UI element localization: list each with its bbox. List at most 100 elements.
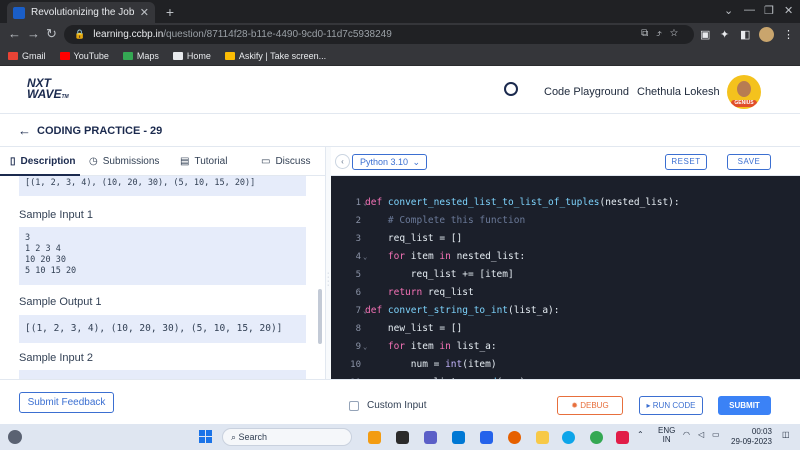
language-indicator[interactable]: ENG IN [658,426,675,444]
chat-icon: ▭ [261,156,271,167]
sample-input-2-label: Sample Input 2 [19,352,93,364]
askify-icon [224,51,235,60]
browser-tab[interactable]: Revolutionizing the Job Market | ✕ [7,2,155,23]
extension-icon[interactable]: ▣ [700,28,710,41]
description-content[interactable]: [(1, 2, 3, 4), (10, 20, 30), (5, 10, 15,… [0,176,320,379]
site-favicon-icon [13,6,25,19]
browser-toolbar: ← → ↻ 🔒 learning.ccbp.in /question/87114… [0,23,800,46]
tray-chevron-icon[interactable]: ⌃ [637,430,644,439]
close-tab-icon[interactable]: ✕ [140,6,149,19]
minimize-icon[interactable]: — [744,4,755,16]
widgets-icon[interactable] [368,431,381,444]
code-line: 3 req_list = [] [331,212,800,244]
volume-icon[interactable]: ◁ [698,430,704,439]
reset-button[interactable]: RESET [665,154,707,170]
url-path: /question/87114f28-b11e-4490-9cd0-11d7c5… [163,29,392,40]
sample-output-1: [(1, 2, 3, 4), (10, 20, 30), (5, 10, 15,… [19,315,306,343]
sidepanel-icon[interactable]: ◧ [740,28,750,41]
tab-label: Submissions [102,156,160,167]
code-line: 9 ⌄ for item in list_a: [331,320,800,352]
omnibox-actions-icon[interactable]: ⧉⤴☆ [641,28,686,39]
tab-title: Revolutionizing the Job Market | [31,7,136,18]
bookmark-youtube[interactable]: YouTube [59,50,109,61]
code-line: 7 ⌄ def convert_string_to_int(list_a): [331,284,800,316]
bookmark-gmail[interactable]: Gmail [8,51,46,61]
taskbar-search[interactable]: ⌕ Search [222,428,352,446]
run-code-button[interactable]: ▸ RUN CODE [639,396,703,415]
task-view-icon[interactable] [396,431,409,444]
code-playground-link[interactable]: Code Playground [544,86,629,98]
weather-icon[interactable] [8,430,22,444]
tab-submissions[interactable]: ◷ Submissions [89,156,159,167]
new-tab-icon[interactable]: + [162,4,178,20]
tab-label: Tutorial [194,156,228,167]
tab-discuss[interactable]: ▭ Discuss [261,156,310,167]
url-host: learning.ccbp.in [93,29,164,40]
profile-avatar[interactable] [759,27,774,42]
browser-tabbar: Revolutionizing the Job Market | ✕ + ⌄ —… [0,0,800,23]
store-icon[interactable] [452,431,465,444]
submit-feedback-button[interactable]: Submit Feedback [19,392,114,413]
tab-label: Description [20,156,76,167]
language-select[interactable]: Python 3.10 ⌄ [352,154,427,170]
maps-icon [122,51,133,60]
code-line: 5 req_list += [item] [331,248,800,280]
back-arrow-icon[interactable]: ← [18,123,31,138]
mail-icon[interactable] [480,431,493,444]
edge-icon[interactable] [562,431,575,444]
collapse-icon[interactable]: ‹ [335,154,350,169]
user-name[interactable]: Chethula Lokesh [637,86,720,98]
clock-icon: ◷ [89,156,98,167]
debug-button[interactable]: ✹ DEBUG [557,396,623,415]
tab-description[interactable]: ▯ Description [10,156,76,167]
description-scrollbar[interactable] [318,289,322,344]
app-icon[interactable] [616,431,629,444]
user-avatar[interactable]: GENIUS [727,75,761,109]
teams-icon[interactable] [424,431,437,444]
bookmark-askify[interactable]: Askify | Take screen... [224,51,326,61]
menu-icon[interactable]: ⋮ [783,28,794,41]
puzzle-icon[interactable]: ✦ [720,28,729,41]
back-icon[interactable]: ← [8,27,21,41]
custom-input-checkbox[interactable] [349,401,359,411]
code-line: 4 ⌄ for item in nested_list: [331,230,800,262]
bookmark-maps[interactable]: Maps [122,51,159,61]
tab-label: Discuss [275,156,311,167]
forward-icon[interactable]: → [27,27,40,41]
tab-search-icon[interactable]: ⌄ [724,4,733,17]
address-bar[interactable]: 🔒 learning.ccbp.in /question/87114f28-b1… [64,25,694,44]
tab-tutorial[interactable]: ▤ Tutorial [180,156,227,167]
save-button[interactable]: SAVE [727,154,771,170]
windows-start-icon[interactable] [199,430,213,444]
problem-panel: ▯ Description ◷ Submissions ▤ Tutorial ▭ Dis… [0,147,326,379]
debug-label: DEBUG [580,401,609,410]
code-line: 2 # Complete this function [331,194,800,226]
code-editor[interactable]: 1 ⌄ def convert_nested_list_to_list_of_tup… [331,176,800,388]
submit-button[interactable]: SUBMIT [718,396,771,415]
drag-handle-icon: · · · · [327,270,330,289]
restore-icon[interactable]: ❐ [764,4,774,17]
timer-icon[interactable] [504,82,518,96]
logo-line2: WAVE [27,87,62,101]
practice-title: CODING PRACTICE - 29 [37,125,163,137]
notification-icon[interactable]: ◫ [782,430,790,439]
problem-tabs: ▯ Description ◷ Submissions ▤ Tutorial ▭ Dis… [0,147,326,176]
reload-icon[interactable]: ↻ [46,27,57,41]
chrome-icon[interactable] [590,431,603,444]
battery-icon[interactable]: ▭ [712,430,720,439]
firefox-icon[interactable] [508,431,521,444]
genius-badge: GENIUS [731,100,757,107]
file-explorer-icon[interactable] [536,431,549,444]
bookmark-home[interactable]: Home [172,51,211,61]
sample-input-2 [19,370,306,379]
chevron-down-icon: ⌄ [412,157,420,167]
system-clock[interactable]: 00:03 29-09-2023 [731,427,772,447]
close-window-icon[interactable]: ✕ [784,4,793,17]
code-line: 6 return req_list [331,266,800,298]
search-icon: ⌕ [231,432,239,442]
wifi-icon[interactable]: ◠ [683,430,690,439]
bookmark-label: YouTube [73,50,109,61]
nxtwave-logo[interactable]: NXT WAVETM [27,77,69,103]
description-icon: ▯ [10,156,16,167]
youtube-icon [59,51,70,60]
